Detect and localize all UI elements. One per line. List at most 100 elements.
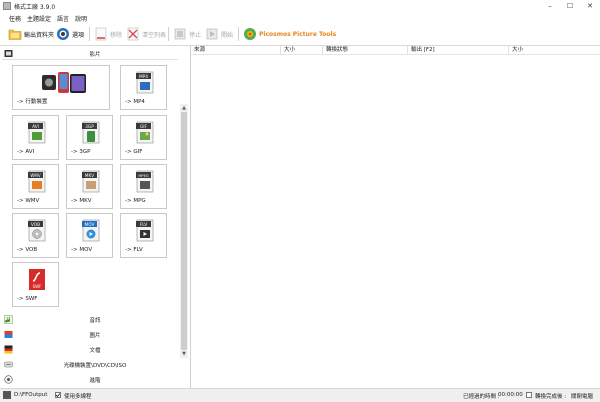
flv-file-icon: FLV xyxy=(136,219,154,242)
tile-label: -> MP4 xyxy=(125,99,145,105)
toolbar-separator xyxy=(89,27,90,41)
remove-label: 移除 xyxy=(110,31,123,39)
toolbar-separator xyxy=(238,27,239,41)
category-image[interactable]: 圖片 xyxy=(2,329,178,340)
stop-label: 停止 xyxy=(189,31,202,39)
clear-list-label: 清空列表 xyxy=(142,31,167,39)
remove-button[interactable]: 移除 xyxy=(94,26,122,42)
task-list[interactable]: 來源 大小 轉換狀態 輸出 [F2] 大小 xyxy=(191,46,600,388)
maximize-button[interactable]: ☐ xyxy=(560,0,580,12)
stop-button[interactable]: 停止 xyxy=(173,26,201,42)
start-icon xyxy=(205,27,219,41)
badge-text: AVI xyxy=(32,124,39,130)
status-bar: D:\FFOutput 使用多線程 已經過的時間 : 00:00:00 轉換完成… xyxy=(0,388,600,402)
mp4-file-icon: MP4 xyxy=(136,71,154,94)
options-button[interactable]: 選項 xyxy=(56,26,84,42)
category-image-label: 圖片 xyxy=(89,333,101,339)
tile-label: -> MKV xyxy=(71,198,92,204)
minimize-button[interactable]: – xyxy=(540,0,560,12)
category-document-label: 文檔 xyxy=(89,348,101,354)
function-panel: 影片 -> 行動裝置 MP4 -> MP4 AVI -> AVI 3GP -> … xyxy=(0,46,191,388)
column-output-size[interactable]: 大小 xyxy=(509,46,600,55)
wmv-file-icon: WMV xyxy=(28,170,46,193)
output-folder-label: 輸出資料夾 xyxy=(24,31,55,39)
title-bar: 格式工廠 3.9.0 – ☐ ✕ xyxy=(0,0,600,12)
tile-label: -> MOV xyxy=(71,247,93,253)
tile-wmv[interactable]: WMV -> WMV xyxy=(12,164,59,209)
category-optical-disc-label: 光碟機裝置\DVD\CD\ISO xyxy=(63,363,127,369)
scroll-thumb[interactable] xyxy=(181,112,187,350)
picosmos-label: Picosmos Picture Tools xyxy=(259,30,337,38)
menu-task[interactable]: 任務 xyxy=(9,14,21,23)
mobile-device-icon xyxy=(42,72,86,93)
mkv-file-icon: MKV xyxy=(82,170,100,193)
tile-mp4[interactable]: MP4 -> MP4 xyxy=(120,65,167,110)
column-size[interactable]: 大小 xyxy=(281,46,323,55)
badge-text: GIF xyxy=(140,124,148,130)
mov-file-icon: MOV xyxy=(82,219,100,242)
tile-label: -> GIF xyxy=(125,149,143,155)
category-advanced-label: 進階 xyxy=(89,378,101,384)
start-button[interactable]: 開始 xyxy=(205,26,233,42)
options-label: 選項 xyxy=(72,31,85,39)
category-audio-label: 音訊 xyxy=(89,318,101,324)
tile-label: -> WMV xyxy=(17,198,40,204)
badge-text: MPEG xyxy=(138,174,149,178)
elapsed-label: 已經過的時間 : xyxy=(463,394,500,400)
tile-mkv[interactable]: MKV -> MKV xyxy=(66,164,113,209)
multithread-checkbox[interactable] xyxy=(55,392,61,398)
badge-text: VOB xyxy=(31,222,40,228)
column-status[interactable]: 轉換狀態 xyxy=(323,46,408,55)
tile-vob[interactable]: VOB -> VOB xyxy=(12,213,59,258)
category-document[interactable]: 文檔 xyxy=(2,344,178,355)
multithread-label: 使用多線程 xyxy=(64,394,92,400)
tile-mpg[interactable]: MPEG -> MPG xyxy=(120,164,167,209)
badge-text: SWF xyxy=(33,284,42,289)
mpg-file-icon: MPEG xyxy=(136,170,154,193)
tile-mobile[interactable]: -> 行動裝置 xyxy=(12,65,110,110)
category-audio[interactable]: 音訊 xyxy=(2,314,178,325)
tile-label: -> VOB xyxy=(17,247,38,253)
options-gear-icon xyxy=(56,27,70,41)
picosmos-link[interactable]: Picosmos Picture Tools xyxy=(243,26,336,42)
clear-list-button[interactable]: 清空列表 xyxy=(126,26,166,42)
remove-icon xyxy=(94,27,108,41)
menu-theme[interactable]: 主題設定 xyxy=(27,14,51,23)
tile-avi[interactable]: AVI -> AVI xyxy=(12,115,59,160)
tile-label: -> AVI xyxy=(17,149,35,155)
output-path[interactable]: D:\FFOutput xyxy=(14,392,47,398)
tile-label: -> FLV xyxy=(125,247,143,253)
badge-text: MP4 xyxy=(139,74,148,80)
after-convert-checkbox[interactable] xyxy=(526,392,532,398)
clear-list-icon xyxy=(126,27,140,41)
column-source[interactable]: 來源 xyxy=(191,46,281,55)
start-label: 開始 xyxy=(221,31,234,39)
category-advanced[interactable]: 進階 xyxy=(2,374,178,385)
close-button[interactable]: ✕ xyxy=(580,0,600,12)
column-output[interactable]: 輸出 [F2] xyxy=(408,46,509,55)
tile-flv[interactable]: FLV -> FLV xyxy=(120,213,167,258)
tile-3gp[interactable]: 3GP -> 3GP xyxy=(66,115,113,160)
output-folder-icon xyxy=(3,391,11,399)
category-video-label: 影片 xyxy=(89,52,101,58)
badge-text: 3GP xyxy=(85,124,94,130)
tile-mov[interactable]: MOV -> MOV xyxy=(66,213,113,258)
menu-help[interactable]: 說明 xyxy=(75,14,87,23)
after-convert-value[interactable]: 關閉電腦 xyxy=(571,392,593,400)
window-title: 格式工廠 3.9.0 xyxy=(14,4,56,11)
category-video-header[interactable]: 影片 xyxy=(2,48,178,60)
tile-gif[interactable]: GIF -> GIF xyxy=(120,115,167,160)
picosmos-logo-icon xyxy=(243,27,257,41)
avi-file-icon: AVI xyxy=(28,121,46,144)
swf-file-icon: SWF xyxy=(29,269,45,290)
badge-text: MKV xyxy=(85,173,95,179)
scroll-up-arrow-icon[interactable]: ▲ xyxy=(180,104,188,112)
tile-label: -> MPG xyxy=(125,198,146,204)
gif-file-icon: GIF xyxy=(136,121,154,144)
menu-bar: 任務 主題設定 語言 說明 xyxy=(0,12,600,23)
tile-swf[interactable]: SWF -> SWF xyxy=(12,262,59,307)
category-optical-disc[interactable]: 光碟機裝置\DVD\CD\ISO xyxy=(2,359,178,370)
output-folder-button[interactable]: 輸出資料夾 xyxy=(8,26,54,42)
stop-icon xyxy=(173,27,187,41)
menu-language[interactable]: 語言 xyxy=(57,14,69,23)
